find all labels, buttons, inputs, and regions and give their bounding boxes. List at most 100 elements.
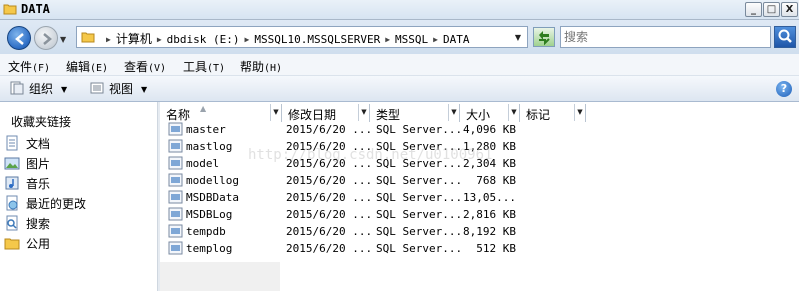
views-icon [90,82,104,94]
maximize-button[interactable]: □ [763,2,780,17]
breadcrumb-item-computer[interactable]: 计算机 [116,32,152,46]
breadcrumb-item-mssql[interactable]: MSSQL [395,33,428,46]
address-dropdown-icon[interactable]: ▼ [515,33,521,42]
column-filter-dropdown[interactable]: ▼ [574,104,585,121]
menu-bar: 文件(F) 编辑(E) 查看(V) 工具(T) 帮助(H) [0,54,799,76]
file-row[interactable]: MSDBLog 2015/6/20 ... SQL Server... 2,81… [166,206,766,223]
file-name: mastlog [186,140,233,153]
pictures-icon [4,157,20,170]
refresh-icon [539,31,550,46]
close-button[interactable]: X [781,2,798,17]
file-name: modellog [186,174,239,187]
nav-item-label: 最近的更改 [26,197,87,211]
public-folder-icon [4,238,20,250]
file-name: templog [186,242,233,255]
breadcrumb-item-drive[interactable]: dbdisk (E:) [167,33,240,46]
recent-pages-dropdown[interactable]: ▼ [60,35,66,44]
menu-view-label: 查看 [124,60,149,74]
arrow-right-icon [43,33,52,45]
chevron-right-icon[interactable]: ▶ [385,35,390,44]
file-type: SQL Server... [376,191,463,204]
sql-file-icon [168,207,183,221]
sql-file-icon [168,224,183,238]
file-date: 2015/6/20 ... [286,123,373,136]
refresh-button[interactable] [533,27,555,47]
file-date: 2015/6/20 ... [286,174,373,187]
menu-edit-label: 编辑 [66,60,91,74]
menu-file-label: 文件 [8,60,33,74]
file-type: SQL Server... [376,123,463,136]
file-row[interactable]: modellog 2015/6/20 ... SQL Server... 768… [166,172,766,189]
recent-changes-icon [6,195,18,211]
file-size: 512 KB [476,242,516,255]
file-row[interactable]: tempdb 2015/6/20 ... SQL Server... 8,192… [166,223,766,240]
file-name: tempdb [186,225,226,238]
breadcrumb-item-instance[interactable]: MSSQL10.MSSQLSERVER [254,33,380,46]
column-header-tags[interactable]: 标记 ▼ [520,104,586,122]
file-row[interactable]: MSDBData 2015/6/20 ... SQL Server... 13,… [166,189,766,206]
chevron-right-icon[interactable]: ▶ [106,35,111,44]
address-bar[interactable]: ▶ 计算机 ▶ dbdisk (E:) ▶ MSSQL10.MSSQLSERVER ▶ MSS… [76,26,528,48]
title-bar: DATA _ □ X [0,0,799,20]
file-row[interactable]: master 2015/6/20 ... SQL Server... 4,096… [166,121,766,138]
sql-file-icon [168,122,183,136]
file-name: master [186,123,226,136]
menu-edit[interactable]: 编辑(E) [66,58,108,75]
sql-file-icon [168,190,183,204]
views-button[interactable]: 视图 ▼ [90,80,147,98]
back-button[interactable] [7,26,31,50]
folder-icon [81,32,95,43]
forward-button[interactable] [34,26,58,50]
chevron-right-icon[interactable]: ▶ [157,35,162,44]
minimize-button[interactable]: _ [745,2,762,17]
favorites-header: 收藏夹链接 [11,115,72,129]
menu-view-accelerator: (V) [148,63,167,74]
sql-file-icon [168,241,183,255]
organize-button[interactable]: 组织 ▼ [10,80,67,98]
file-name: MSDBLog [186,208,233,221]
nav-item-label: 公用 [26,237,51,251]
file-row[interactable]: model 2015/6/20 ... SQL Server... 2,304 … [166,155,766,172]
file-name: MSDBData [186,191,239,204]
column-header-type[interactable]: 类型 ▼ [370,104,460,122]
search-input[interactable] [561,27,761,47]
file-type: SQL Server... [376,225,463,238]
sql-file-icon [168,173,183,187]
breadcrumb-item-data[interactable]: DATA [443,33,470,46]
column-filter-dropdown[interactable]: ▼ [508,104,519,121]
address-row: ▼ ▶ 计算机 ▶ dbdisk (E:) ▶ MSSQL10.MSSQLSERVER ▶ M… [0,20,799,54]
file-name: model [186,157,220,170]
file-size: 768 KB [476,174,516,187]
search-icon [6,215,18,231]
menu-help[interactable]: 帮助(H) [240,58,282,75]
documents-icon [6,135,18,151]
file-size: 8,192 KB [463,225,516,238]
column-filter-dropdown[interactable]: ▼ [448,104,459,121]
file-type: SQL Server... [376,140,463,153]
folder-icon [3,4,17,15]
column-header-date[interactable]: 修改日期 ▼ [282,104,370,122]
arrow-left-icon [15,33,24,45]
menu-tools[interactable]: 工具(T) [183,58,225,75]
file-row[interactable]: mastlog 2015/6/20 ... SQL Server... 1,28… [166,138,766,155]
file-size: 4,096 KB [463,123,516,136]
organize-icon [10,81,24,95]
file-size: 2,304 KB [463,157,516,170]
views-label: 视图 [109,82,134,96]
sql-file-icon [168,139,183,153]
file-row[interactable]: templog 2015/6/20 ... SQL Server... 512 … [166,240,766,257]
column-header-size[interactable]: 大小 ▼ [460,104,520,122]
search-field[interactable] [560,26,771,48]
menu-help-accelerator: (H) [264,63,283,74]
column-filter-dropdown[interactable]: ▼ [270,104,281,121]
search-button[interactable] [774,26,796,48]
help-icon[interactable]: ? [776,81,792,97]
chevron-right-icon[interactable]: ▶ [433,35,438,44]
menu-view[interactable]: 查看(V) [124,58,166,75]
column-header-name[interactable]: 名称 ▲ ▼ [160,104,282,122]
file-type: SQL Server... [376,174,463,187]
column-filter-dropdown[interactable]: ▼ [358,104,369,121]
chevron-right-icon[interactable]: ▶ [245,35,250,44]
menu-file[interactable]: 文件(F) [8,58,50,75]
file-date: 2015/6/20 ... [286,191,373,204]
